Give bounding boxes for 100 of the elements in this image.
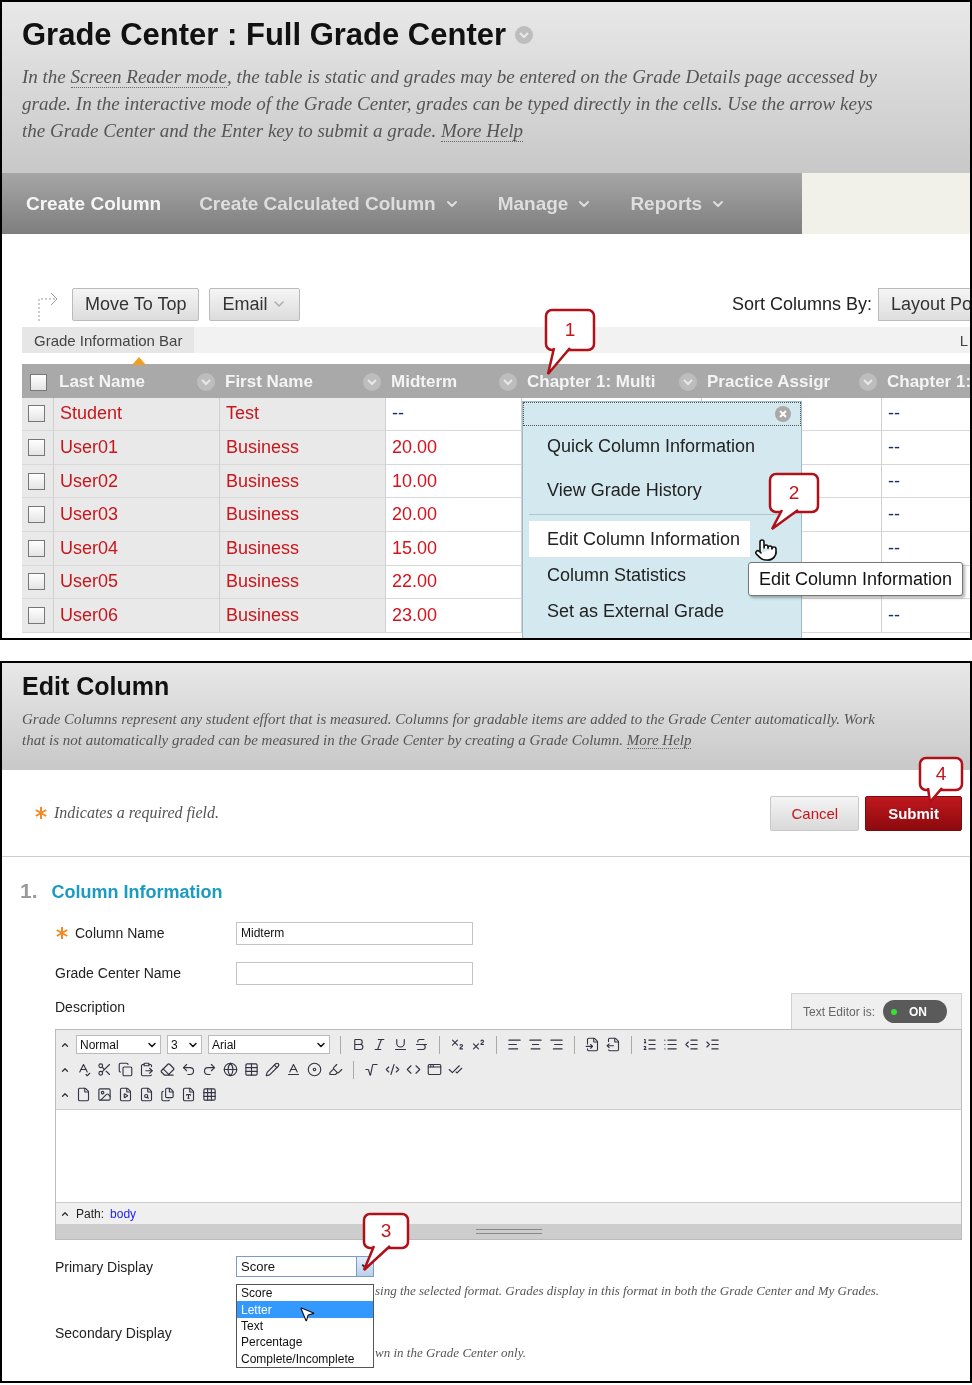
help-link[interactable]: More Help bbox=[441, 120, 524, 143]
mouse-cursor-icon bbox=[298, 1305, 316, 1323]
file-search-icon[interactable] bbox=[139, 1087, 154, 1102]
text-editor-toggle[interactable]: ON bbox=[883, 1000, 947, 1023]
font-select[interactable]: Arial bbox=[208, 1035, 330, 1054]
underline-icon[interactable] bbox=[393, 1037, 408, 1052]
menu-item[interactable]: Set as External Grade bbox=[529, 593, 743, 629]
required-note: Indicates a required field. bbox=[54, 804, 219, 822]
table-cell[interactable]: -- bbox=[392, 403, 404, 425]
toolbar-button[interactable]: Move To Top bbox=[72, 287, 200, 321]
table-icon[interactable] bbox=[244, 1062, 259, 1077]
align-center-icon[interactable] bbox=[528, 1037, 543, 1052]
copy-icon[interactable] bbox=[118, 1062, 133, 1077]
menu-item[interactable]: Column Statistics bbox=[529, 557, 705, 593]
file-icon[interactable] bbox=[76, 1087, 91, 1102]
table-cell[interactable]: -- bbox=[888, 403, 900, 425]
step-callout: 4 bbox=[918, 756, 966, 804]
font-color-icon[interactable] bbox=[286, 1062, 301, 1077]
size-select[interactable]: 3 bbox=[167, 1035, 202, 1054]
input-field[interactable] bbox=[236, 961, 473, 985]
section-title: Column Information bbox=[51, 882, 223, 903]
undo-icon[interactable] bbox=[181, 1062, 196, 1077]
outdent-icon[interactable] bbox=[684, 1037, 699, 1052]
step-callout: 3 bbox=[362, 1212, 412, 1272]
image-icon[interactable] bbox=[97, 1087, 112, 1102]
redo-icon[interactable] bbox=[202, 1062, 217, 1077]
dropdown-option[interactable]: Letter bbox=[237, 1301, 373, 1318]
field-label: Column Name bbox=[75, 925, 165, 941]
menu-item[interactable]: Quick Column Information bbox=[529, 428, 774, 464]
video-file-icon[interactable] bbox=[118, 1087, 133, 1102]
media-icon[interactable] bbox=[307, 1062, 322, 1077]
resize-handle[interactable] bbox=[56, 1224, 961, 1239]
section-number: 1. bbox=[20, 879, 38, 903]
document-import-icon[interactable] bbox=[585, 1037, 600, 1052]
align-left-icon[interactable] bbox=[507, 1037, 522, 1052]
table-cell[interactable]: 10.00 bbox=[392, 470, 438, 492]
spellcheck-icon[interactable] bbox=[76, 1062, 91, 1077]
paste-icon[interactable] bbox=[139, 1062, 154, 1077]
row-checkbox[interactable] bbox=[28, 606, 45, 624]
row-checkbox[interactable] bbox=[28, 405, 45, 423]
row-checkbox[interactable] bbox=[28, 472, 45, 490]
path-link[interactable]: body bbox=[110, 1206, 137, 1221]
files-icon[interactable] bbox=[160, 1087, 175, 1102]
submit-button[interactable]: Submit bbox=[865, 795, 962, 831]
preview-window-icon[interactable] bbox=[427, 1062, 442, 1077]
table-cell[interactable]: -- bbox=[888, 470, 900, 492]
table-cell[interactable]: 20.00 bbox=[392, 504, 438, 526]
pencil-icon[interactable] bbox=[265, 1062, 280, 1077]
help-link[interactable]: Screen Reader mode bbox=[70, 66, 228, 89]
info-bar-tab[interactable]: Grade Information Bar bbox=[22, 327, 195, 353]
bullet-list-icon[interactable] bbox=[663, 1037, 678, 1052]
help-link[interactable]: More Help bbox=[626, 732, 692, 749]
square-root-icon[interactable] bbox=[364, 1062, 379, 1077]
cut-icon[interactable] bbox=[97, 1062, 112, 1077]
action-bar-item[interactable]: Create Column bbox=[22, 192, 166, 215]
table-cell[interactable]: 20.00 bbox=[392, 437, 438, 458]
format-select[interactable]: Normal bbox=[76, 1035, 161, 1054]
italic-icon[interactable] bbox=[372, 1037, 387, 1052]
table-cell[interactable]: -- bbox=[888, 537, 900, 559]
table-cell[interactable]: 22.00 bbox=[392, 571, 438, 593]
field-label: Description bbox=[55, 999, 126, 1015]
step-callout: 2 bbox=[768, 472, 822, 532]
code-icon[interactable] bbox=[385, 1062, 400, 1077]
cancel-button[interactable]: Cancel bbox=[770, 795, 860, 831]
superscript-icon[interactable] bbox=[471, 1037, 486, 1052]
strikethrough-icon[interactable] bbox=[414, 1037, 429, 1052]
eraser-icon[interactable] bbox=[160, 1062, 175, 1077]
row-checkbox[interactable] bbox=[29, 373, 47, 391]
toolbar-button[interactable]: Email bbox=[209, 287, 301, 321]
align-right-icon[interactable] bbox=[549, 1037, 564, 1052]
globe-icon[interactable] bbox=[223, 1062, 238, 1077]
input-field[interactable]: Midterm bbox=[236, 921, 473, 945]
table-cell[interactable]: Test bbox=[226, 403, 259, 425]
document-export-icon[interactable] bbox=[606, 1037, 621, 1052]
indent-icon[interactable] bbox=[705, 1037, 720, 1052]
table-cell[interactable]: -- bbox=[888, 604, 900, 626]
row-checkbox[interactable] bbox=[28, 439, 45, 456]
row-checkbox[interactable] bbox=[28, 506, 45, 524]
highlighter-icon[interactable] bbox=[328, 1062, 343, 1077]
table-cell[interactable]: 15.00 bbox=[392, 537, 438, 559]
page-title: Grade Center : Full Grade Center bbox=[22, 16, 507, 54]
page-description: Grade Columns represent any student effort that is measured. Columns for gradable items are added to the Grade Center automatically. Work that is not automatically graded can be measured in the Grade Center by creating a Grade Column. More Help bbox=[22, 710, 876, 751]
grid-icon[interactable] bbox=[202, 1087, 217, 1102]
table-cell[interactable]: 23.00 bbox=[392, 604, 438, 626]
path-label: Path: bbox=[76, 1206, 105, 1221]
table-cell[interactable]: -- bbox=[888, 437, 900, 458]
subscript-icon[interactable] bbox=[450, 1037, 465, 1052]
page-description: In the Screen Reader mode, the table is static and grades may be entered on the Grade Details page accessed by grade. In the interactive mode of the Grade Center, grades can be typed directly in the cells. Use the arrow keys the Grade Center and the Enter key to submit a grade. More Help bbox=[22, 65, 878, 145]
menu-item[interactable]: View Grade History bbox=[529, 472, 720, 508]
hand-cursor-icon bbox=[754, 538, 778, 562]
file-type-icon[interactable] bbox=[181, 1087, 196, 1102]
bold-icon[interactable] bbox=[351, 1037, 366, 1052]
help-text: wn in the Grade Center only. bbox=[375, 1345, 527, 1361]
row-checkbox[interactable] bbox=[28, 539, 45, 557]
row-checkbox[interactable] bbox=[28, 573, 45, 591]
table-cell[interactable]: -- bbox=[888, 504, 900, 526]
help-text: sing the selected format. Grades display in this format in both the Grade Center and My Grades. bbox=[375, 1283, 881, 1299]
numbered-list-icon[interactable] bbox=[642, 1037, 657, 1052]
menu-item[interactable]: Edit Column Information bbox=[529, 521, 751, 557]
html-icon[interactable] bbox=[406, 1062, 421, 1077]
